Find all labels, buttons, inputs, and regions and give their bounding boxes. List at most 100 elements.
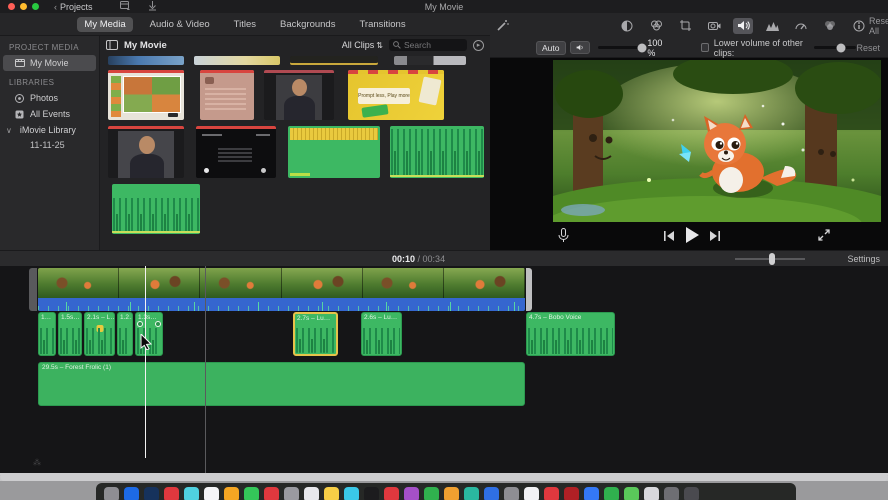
clip-thumbnail-audio-wave[interactable]	[390, 126, 484, 178]
clip-thumbnail-prompt-card[interactable]: Prompt less, Play more	[348, 70, 444, 120]
dock-app-icon[interactable]	[244, 487, 259, 500]
color-balance-icon[interactable]	[617, 18, 637, 34]
stabilization-icon[interactable]	[704, 18, 724, 34]
fullscreen-icon[interactable]	[818, 229, 830, 241]
clip-info-icon[interactable]	[849, 18, 869, 34]
dock-app-icon[interactable]	[404, 487, 419, 500]
sfx-clip-bobo-voice[interactable]: 4.7s – Bobo Voice	[526, 312, 615, 356]
sfx-clip-4[interactable]: 1.2…	[117, 312, 133, 356]
clip-thumbnail-presenter[interactable]	[264, 70, 334, 120]
volume-slider-knob[interactable]	[637, 43, 646, 52]
color-correction-icon[interactable]	[646, 18, 666, 34]
dock-app-icon[interactable]	[584, 487, 599, 500]
dock-app-icon[interactable]	[484, 487, 499, 500]
sidebar-item-imovie-library[interactable]: ∨ iMovie Library	[0, 122, 99, 138]
volume-slider[interactable]	[597, 43, 646, 52]
clip-filter-icon[interactable]	[820, 18, 840, 34]
dock-app-icon[interactable]	[284, 487, 299, 500]
lower-volume-checkbox[interactable]	[700, 43, 709, 52]
dock-app-icon[interactable]	[124, 487, 139, 500]
fade-handle-icon[interactable]	[137, 321, 143, 327]
play-icon[interactable]	[685, 227, 700, 243]
search-input[interactable]: Search	[389, 39, 467, 51]
dock-app-icon[interactable]	[444, 487, 459, 500]
dock-app-icon[interactable]	[624, 487, 639, 500]
dock-app-icon[interactable]	[364, 487, 379, 500]
dock-app-icon[interactable]	[384, 487, 399, 500]
dock-app-icon[interactable]	[224, 487, 239, 500]
dock-app-icon[interactable]	[684, 487, 699, 500]
clip-trim-handle-right[interactable]	[526, 268, 532, 311]
dock-app-icon[interactable]	[664, 487, 679, 500]
dock-app-icon[interactable]	[204, 487, 219, 500]
clip-thumbnail-presenter-2[interactable]	[108, 126, 184, 178]
previous-frame-icon[interactable]	[664, 231, 674, 241]
dock-app-icon[interactable]	[464, 487, 479, 500]
tab-titles[interactable]: Titles	[227, 17, 263, 32]
dock-app-icon[interactable]	[264, 487, 279, 500]
clip-trim-handle-left[interactable]	[29, 268, 37, 311]
noise-reduction-icon[interactable]	[762, 18, 782, 34]
sidebar-item-all-events[interactable]: All Events	[0, 106, 99, 122]
sidebar-item-my-movie[interactable]: My Movie	[3, 55, 96, 71]
clip-thumbnail[interactable]	[108, 56, 184, 65]
dock-app-icon[interactable]	[184, 487, 199, 500]
enhance-magic-wand-icon[interactable]	[496, 18, 509, 34]
dock-app-icon[interactable]	[164, 487, 179, 500]
dock-app-icon[interactable]	[104, 487, 119, 500]
clip-thumbnail-fox-grid[interactable]	[108, 70, 184, 120]
timeline-zoom-knob[interactable]	[769, 253, 775, 265]
sfx-clip-1[interactable]: 1…	[38, 312, 56, 356]
volume-icon[interactable]	[733, 17, 753, 34]
lower-volume-slider-knob[interactable]	[836, 43, 846, 52]
auto-volume-button[interactable]: Auto	[536, 40, 566, 55]
dock-app-icon[interactable]	[144, 487, 159, 500]
sfx-clip-2[interactable]: 1.5s…	[58, 312, 82, 356]
crop-icon[interactable]	[675, 18, 695, 34]
speed-icon[interactable]	[791, 18, 811, 34]
dock-app-icon[interactable]	[564, 487, 579, 500]
dock-app-icon[interactable]	[504, 487, 519, 500]
reset-volume-button[interactable]: Reset	[856, 43, 880, 53]
next-frame-icon[interactable]	[710, 231, 720, 241]
dock-app-icon[interactable]	[324, 487, 339, 500]
tab-audio-video[interactable]: Audio & Video	[143, 17, 217, 32]
clip-thumbnail[interactable]	[394, 56, 466, 65]
clip-thumbnail-audio-wave-2[interactable]	[112, 184, 200, 234]
clip-thumbnail-document[interactable]	[200, 70, 254, 120]
sidebar-toggle-icon[interactable]	[106, 40, 118, 50]
tab-my-media[interactable]: My Media	[77, 16, 133, 32]
music-clip-forest-frolic[interactable]: 29.5s – Forest Frolic (1)	[38, 362, 525, 406]
clip-thumbnail[interactable]	[290, 56, 378, 65]
fade-handle-icon[interactable]	[155, 321, 161, 327]
playhead[interactable]	[145, 266, 146, 458]
mute-speaker-button[interactable]	[569, 41, 590, 54]
clip-thumbnail[interactable]	[194, 56, 280, 65]
sidebar-item-library-event[interactable]: 11-11-25	[0, 138, 99, 152]
clip-filter-dropdown[interactable]: All Clips ⇅	[342, 40, 383, 50]
video-audio-waveform-strip[interactable]	[38, 298, 525, 311]
lower-volume-slider[interactable]	[814, 43, 857, 52]
dock-app-icon[interactable]	[644, 487, 659, 500]
tab-transitions[interactable]: Transitions	[352, 17, 412, 32]
dock-app-icon[interactable]	[424, 487, 439, 500]
disclosure-triangle-icon[interactable]: ∨	[6, 126, 12, 135]
dock-app-icon[interactable]	[524, 487, 539, 500]
voiceover-microphone-icon[interactable]	[558, 228, 569, 243]
sfx-clip-3[interactable]: 2.1s – L…	[84, 312, 115, 356]
dock-app-icon[interactable]	[304, 487, 319, 500]
dock-app-icon[interactable]	[344, 487, 359, 500]
tab-backgrounds[interactable]: Backgrounds	[273, 17, 342, 32]
sfx-clip-6-selected[interactable]: 2.7s – Lu…	[293, 312, 338, 356]
play-preview-icon[interactable]: ▸	[473, 39, 484, 51]
video-clip-filmstrip[interactable]	[38, 268, 525, 298]
sfx-clip-7[interactable]: 2.6s – Lu…	[361, 312, 402, 356]
sidebar-item-photos[interactable]: Photos	[0, 90, 99, 106]
dock-app-icon[interactable]	[604, 487, 619, 500]
clip-thumbnail-audio-yellow[interactable]	[288, 126, 380, 178]
reset-all-button[interactable]: Reset All	[869, 16, 888, 36]
timeline-zoom-slider[interactable]	[735, 253, 805, 265]
timeline-settings-button[interactable]: Settings	[847, 254, 880, 264]
clip-thumbnail-terminal[interactable]	[196, 126, 276, 178]
dock-app-icon[interactable]	[544, 487, 559, 500]
